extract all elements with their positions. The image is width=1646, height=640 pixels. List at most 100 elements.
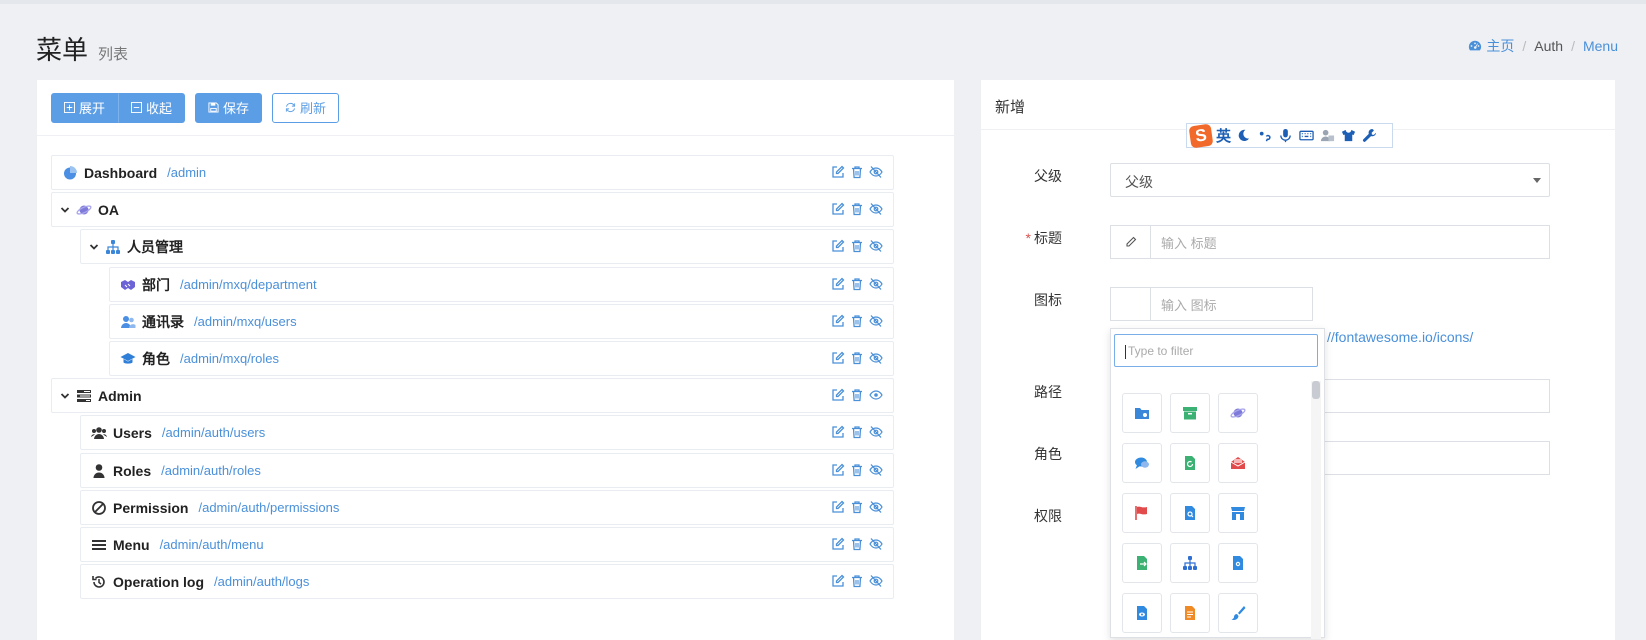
eye-slash-icon[interactable]	[869, 314, 883, 328]
tree-item-name[interactable]: 人员管理	[127, 237, 183, 257]
edit-icon[interactable]	[831, 277, 845, 291]
eye-slash-icon[interactable]	[869, 574, 883, 588]
expand-button[interactable]: 展开	[51, 92, 119, 123]
icon-filter-input[interactable]: Type to filter	[1114, 334, 1318, 367]
eye-icon[interactable]	[869, 388, 883, 402]
uri-input[interactable]	[1318, 379, 1550, 413]
trash-icon[interactable]	[850, 314, 864, 328]
tree-item-name[interactable]: Menu	[113, 537, 150, 553]
icon-help-link[interactable]: //fontawesome.io/icons/	[1327, 329, 1473, 345]
tree-item-name[interactable]: Operation log	[113, 574, 204, 590]
tree-row[interactable]: Admin	[51, 378, 894, 413]
icon-option[interactable]	[1170, 543, 1210, 583]
trash-icon[interactable]	[850, 277, 864, 291]
tree-item-name[interactable]: 通讯录	[142, 312, 184, 332]
tree-item-name[interactable]: Admin	[98, 388, 142, 404]
eye-slash-icon[interactable]	[869, 277, 883, 291]
icon-option[interactable]	[1122, 593, 1162, 633]
trash-icon[interactable]	[850, 574, 864, 588]
trash-icon[interactable]	[850, 239, 864, 253]
collapse-button[interactable]: 收起	[118, 92, 186, 123]
trash-icon[interactable]	[850, 388, 864, 402]
eye-slash-icon[interactable]	[869, 202, 883, 216]
tree-row[interactable]: Menu/admin/auth/menu	[80, 527, 894, 562]
trash-icon[interactable]	[850, 500, 864, 514]
icon-preview-addon[interactable]	[1111, 288, 1151, 320]
icon-input[interactable]: 输入 图标	[1151, 295, 1217, 314]
eye-slash-icon[interactable]	[869, 500, 883, 514]
icon-option[interactable]	[1122, 543, 1162, 583]
edit-icon[interactable]	[831, 388, 845, 402]
trash-icon[interactable]	[850, 425, 864, 439]
icon-option[interactable]	[1218, 493, 1258, 533]
microphone-icon[interactable]	[1278, 128, 1293, 143]
title-input[interactable]: 输入 标题	[1151, 233, 1217, 252]
chevron-down-icon[interactable]	[89, 242, 99, 252]
keyboard-icon[interactable]	[1299, 128, 1314, 143]
tree-row[interactable]: Permission/admin/auth/permissions	[80, 490, 894, 525]
picker-scrollbar-thumb[interactable]	[1312, 381, 1320, 399]
edit-icon[interactable]	[831, 425, 845, 439]
tree-row[interactable]: 人员管理	[80, 229, 894, 264]
trash-icon[interactable]	[850, 351, 864, 365]
picker-scrollbar[interactable]	[1311, 381, 1321, 639]
tree-row[interactable]: OA	[51, 192, 894, 227]
punctuation-icon[interactable]	[1257, 128, 1272, 143]
icon-option[interactable]	[1218, 393, 1258, 433]
tree-item-name[interactable]: Dashboard	[84, 165, 157, 181]
trash-icon[interactable]	[850, 463, 864, 477]
user-card-icon[interactable]	[1320, 128, 1335, 143]
edit-icon[interactable]	[831, 574, 845, 588]
edit-icon[interactable]	[831, 165, 845, 179]
tree-item-name[interactable]: 部门	[142, 275, 170, 295]
shirt-icon[interactable]	[1341, 128, 1356, 143]
edit-icon[interactable]	[831, 314, 845, 328]
icon-option[interactable]	[1122, 493, 1162, 533]
breadcrumb-auth[interactable]: Auth	[1534, 38, 1563, 54]
chevron-down-icon[interactable]	[60, 391, 70, 401]
eye-slash-icon[interactable]	[869, 425, 883, 439]
save-button[interactable]: 保存	[195, 92, 263, 123]
tree-item-name[interactable]: Permission	[113, 500, 188, 516]
edit-icon[interactable]	[831, 202, 845, 216]
tree-row[interactable]: 角色/admin/mxq/roles	[109, 341, 894, 376]
trash-icon[interactable]	[850, 537, 864, 551]
ime-toolbar[interactable]: S 英	[1186, 123, 1393, 148]
icon-option[interactable]	[1122, 443, 1162, 483]
eye-slash-icon[interactable]	[869, 463, 883, 477]
tree-row[interactable]: Operation log/admin/auth/logs	[80, 564, 894, 599]
tree-row[interactable]: Roles/admin/auth/roles	[80, 453, 894, 488]
trash-icon[interactable]	[850, 202, 864, 216]
moon-icon[interactable]	[1236, 128, 1251, 143]
breadcrumb-home-link[interactable]: 主页	[1486, 36, 1514, 56]
tree-row[interactable]: 部门/admin/mxq/department	[109, 267, 894, 302]
ime-language-toggle[interactable]: 英	[1216, 125, 1231, 146]
refresh-button[interactable]: 刷新	[272, 92, 340, 123]
edit-icon[interactable]	[831, 463, 845, 477]
eye-slash-icon[interactable]	[869, 351, 883, 365]
edit-icon[interactable]	[831, 500, 845, 514]
sogou-logo-icon[interactable]: S	[1188, 123, 1214, 148]
icon-option[interactable]	[1170, 593, 1210, 633]
tree-item-name[interactable]: OA	[98, 202, 119, 218]
icon-option[interactable]	[1170, 493, 1210, 533]
icon-option[interactable]	[1218, 443, 1258, 483]
tree-row[interactable]: Dashboard/admin	[51, 155, 894, 190]
icon-option[interactable]	[1218, 593, 1258, 633]
icon-option[interactable]	[1170, 443, 1210, 483]
tree-row[interactable]: Users/admin/auth/users	[80, 415, 894, 450]
tree-item-name[interactable]: Users	[113, 425, 152, 441]
tree-item-name[interactable]: 角色	[142, 349, 170, 369]
parent-select[interactable]: 父级	[1110, 163, 1550, 197]
edit-icon[interactable]	[831, 239, 845, 253]
trash-icon[interactable]	[850, 165, 864, 179]
roles-select[interactable]	[1318, 441, 1550, 475]
icon-option[interactable]	[1218, 543, 1258, 583]
icon-option[interactable]	[1170, 393, 1210, 433]
tree-item-name[interactable]: Roles	[113, 463, 151, 479]
eye-slash-icon[interactable]	[869, 165, 883, 179]
wrench-icon[interactable]	[1362, 128, 1377, 143]
eye-slash-icon[interactable]	[869, 239, 883, 253]
tree-row[interactable]: 通讯录/admin/mxq/users	[109, 304, 894, 339]
icon-option[interactable]	[1122, 393, 1162, 433]
